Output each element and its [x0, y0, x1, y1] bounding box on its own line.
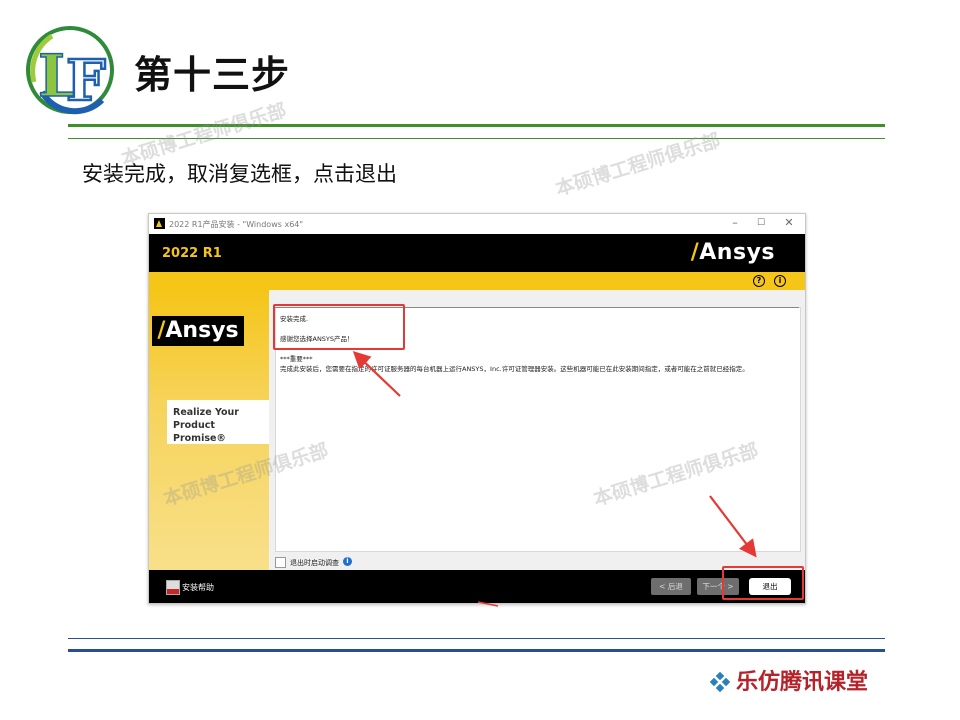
arrow-to-complete-message — [352, 350, 401, 397]
footer-divider-thin — [68, 638, 885, 639]
brand-footer: 乐仿腾讯课堂 — [710, 664, 868, 696]
arrow-to-exit-button — [709, 495, 757, 558]
arrow-stub — [477, 601, 499, 607]
diamond-cluster-icon — [710, 672, 730, 692]
brand-text: 乐仿腾讯课堂 — [736, 669, 869, 695]
footer-divider-thick — [68, 649, 885, 652]
annotation-arrows — [352, 350, 757, 607]
